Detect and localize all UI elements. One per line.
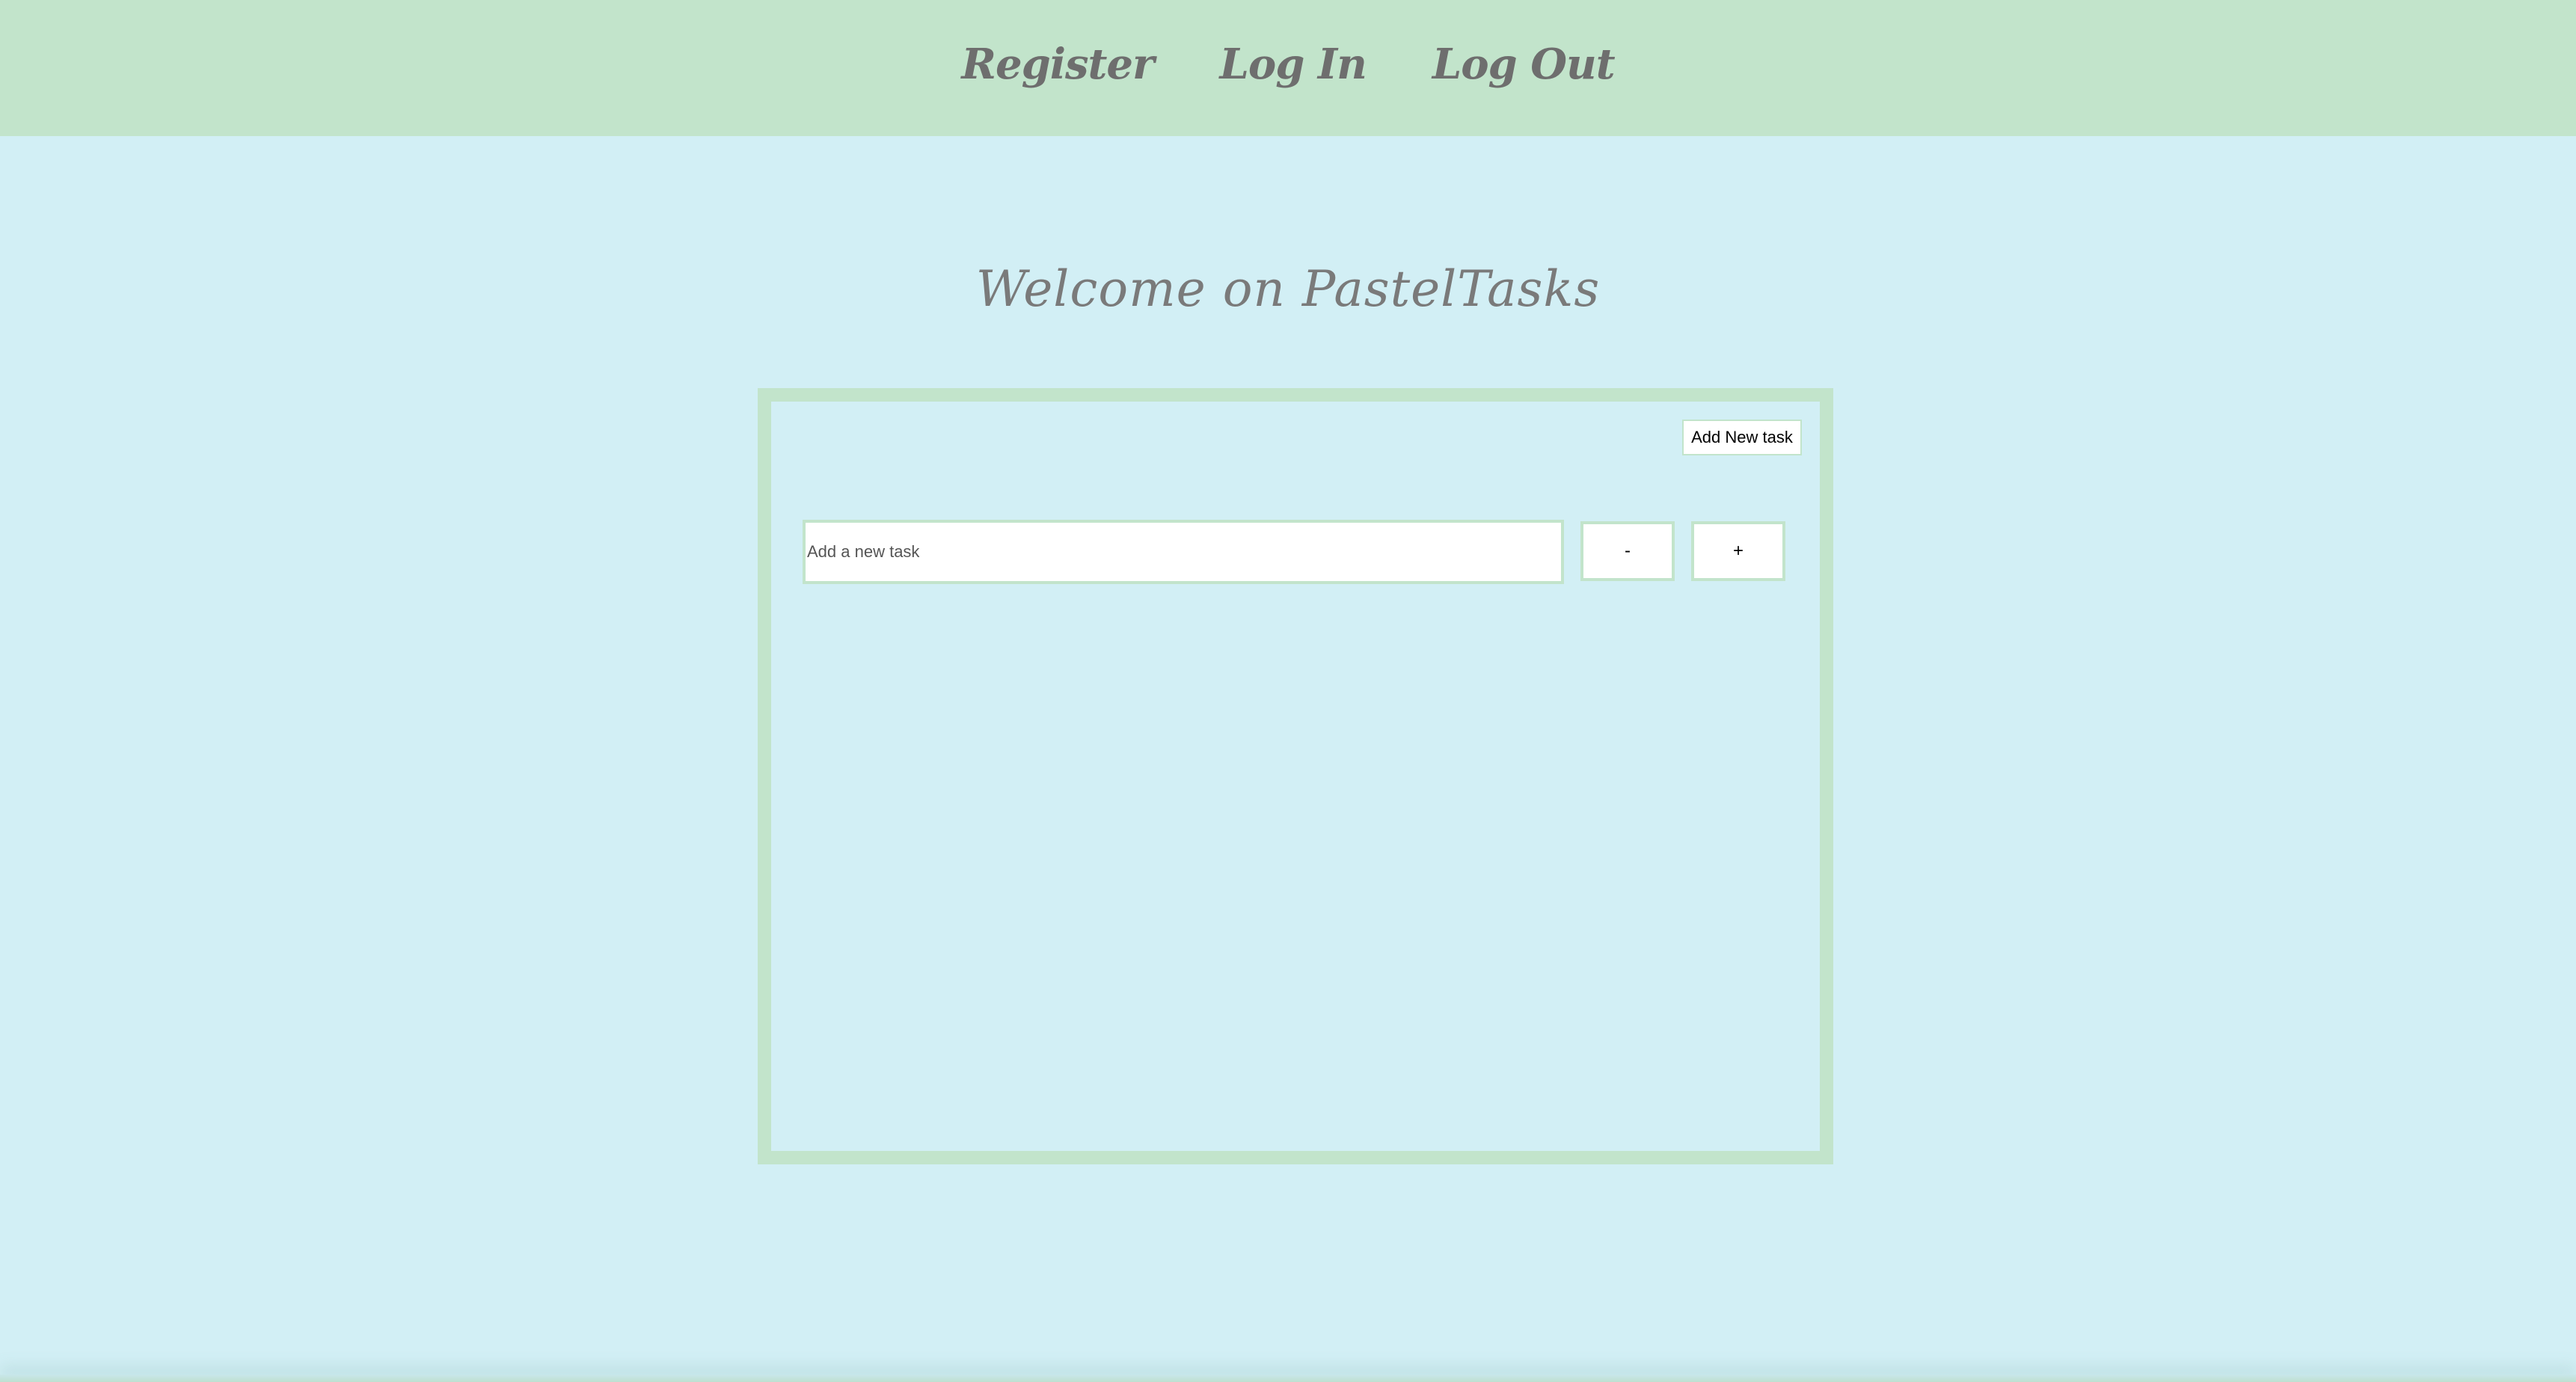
minus-button[interactable]: - [1580,521,1675,581]
top-navbar: Register Log In Log Out [0,0,2576,136]
page-title: Welcome on PastelTasks [975,260,1601,318]
task-row: - + [803,520,1802,584]
nav-logout-link[interactable]: Log Out [1432,40,1616,89]
nav-links: Register Log In Log Out [961,40,1616,89]
nav-login-link[interactable]: Log In [1220,40,1367,89]
plus-button[interactable]: + [1691,521,1785,581]
footer-edge [0,1375,2576,1382]
add-new-task-button[interactable]: Add New task [1682,420,1802,455]
nav-register-link[interactable]: Register [961,40,1154,89]
task-panel: Add New task - + [758,388,1833,1164]
new-task-input[interactable] [803,520,1564,584]
